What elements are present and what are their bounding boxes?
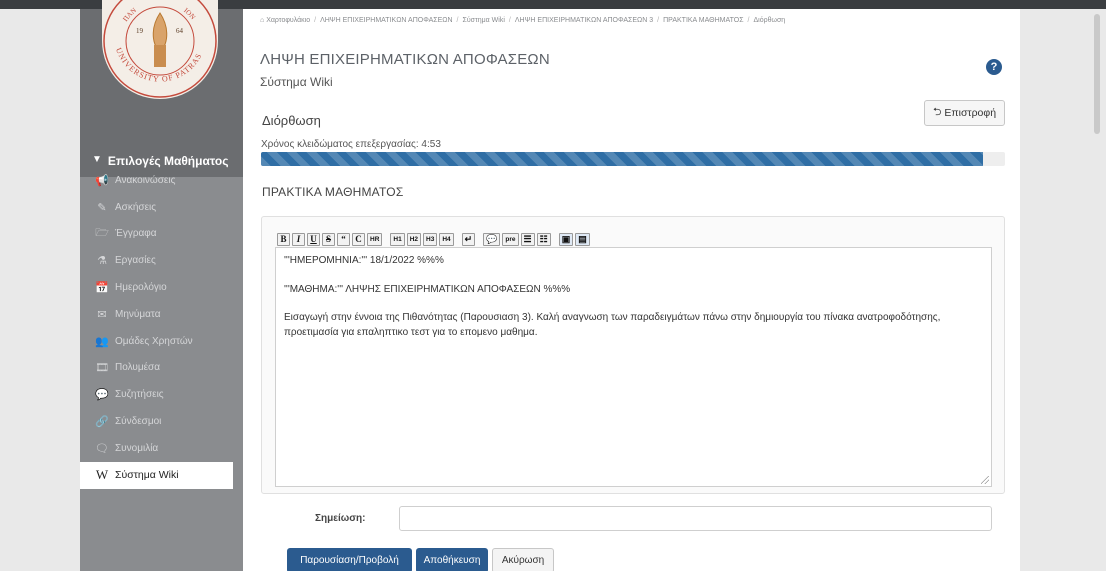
module-subtitle: Σύστημα Wiki — [260, 75, 333, 89]
image-button[interactable]: ▣ — [558, 233, 574, 246]
sidebar-item-label: Έγγραφα — [115, 228, 157, 240]
sidebar-item-label: Συνομιλία — [115, 442, 159, 454]
content-line-date: '''ΗΜΕΡΟΜΗΝΙΑ:''' 18/1/2022 %%% — [284, 255, 444, 266]
resize-handle[interactable] — [981, 476, 989, 484]
sidebar-item[interactable]: 📅 Ημερολόγιο — [80, 274, 243, 301]
sidebar-item-label: Σύστημα Wiki — [115, 469, 179, 482]
sidebar: 19 64 UNIVERSITY OF PATRAS ΠΑΝ ΙΟΝ ▼ Επι… — [80, 0, 243, 571]
breadcrumb-item[interactable]: ΠΡΑΚΤΙΚΑ ΜΑΘΗΜΑΤΟΣ — [663, 17, 743, 24]
users-icon: 👥 — [95, 335, 109, 348]
file-button[interactable]: ▤ — [575, 233, 590, 246]
numbered-list-button[interactable]: ☷ — [536, 233, 551, 246]
strike-button[interactable]: S — [322, 233, 335, 246]
sidebar-item-label: Εργασίες — [115, 255, 156, 267]
breadcrumb-item[interactable]: Χαρτοφυλάκιο — [266, 17, 310, 24]
content-line-body: Εισαγωγή στην έννοια της Πιθανότητας (Πα… — [284, 312, 941, 338]
chat-icon: 🗨 — [95, 442, 109, 455]
lock-progress-bar — [261, 152, 1005, 166]
sidebar-item[interactable]: W Σύστημα Wiki — [80, 461, 233, 489]
editor-panel: B I U S “C HR H1 H2 H3 H4 ↵ 💬 pre ☰ ☷ ▣ ▤ '''ΗΜΕΡΟΜΗΝΙΑ:… — [261, 216, 1005, 494]
comments-icon: 💬 — [95, 389, 109, 402]
breadcrumb-separator: / — [314, 17, 317, 24]
university-seal-logo: 19 64 UNIVERSITY OF PATRAS ΠΑΝ ΙΟΝ — [102, 0, 218, 99]
sidebar-item-label: Μηνύματα — [115, 308, 161, 320]
h3-button[interactable]: H3 — [423, 233, 438, 246]
film-icon: 🎞 — [95, 362, 109, 375]
flask-icon: ⚗ — [97, 255, 107, 268]
sidebar-item[interactable]: ⚗ Εργασίες — [80, 247, 243, 274]
back-button[interactable]: ⮌ Επιστροφή — [924, 100, 1005, 126]
sidebar-item[interactable]: 🗨 Συνομιλία — [80, 435, 243, 462]
course-menu: 📢 Ανακοινώσεις ✎ Ασκήσεις 🗁 Έγγραφα ⚗ Εργασίες 📅… — [80, 167, 243, 489]
folder-icon: 🗁 — [95, 227, 109, 240]
bullhorn-icon: 📢 — [95, 174, 109, 187]
breadcrumb-item[interactable]: ΛΗΨΗ ΕΠΙΧΕΙΡΗΜΑΤΙΚΩΝ ΑΠΟΦΑΣΕΩΝ 3 — [515, 17, 653, 24]
lock-timer-text: Χρόνος κλειδώματος επεξεργασίας: 4:53 — [261, 139, 441, 150]
link-icon: 🔗 — [95, 416, 109, 429]
wiki-content-textarea[interactable]: '''ΗΜΕΡΟΜΗΝΙΑ:''' 18/1/2022 %%% '''ΜΑΘΗΜ… — [275, 247, 992, 487]
note-label: Σημείωση: — [315, 513, 366, 524]
sidebar-item-label: Σύνδεσμοι — [115, 416, 162, 428]
note-input[interactable] — [399, 506, 992, 531]
sidebar-item-label: Ανακοινώσεις — [115, 174, 176, 186]
wikipedia-icon: W — [95, 467, 109, 483]
linebreak-button[interactable]: ↵ — [461, 233, 476, 246]
code-button[interactable]: C — [352, 233, 365, 246]
breadcrumb-item: Διόρθωση — [753, 17, 786, 24]
svg-text:64: 64 — [176, 27, 184, 35]
hr-button[interactable]: HR — [367, 233, 383, 246]
main-content: ⌂ Χαρτοφυλάκιο / ΛΗΨΗ ΕΠΙΧΕΙΡΗΜΑΤΙΚΩΝ ΑΠΟΦ… — [243, 9, 1020, 571]
envelope-icon: ✉ — [97, 308, 107, 321]
italic-button[interactable]: I — [292, 233, 305, 246]
page-heading: Διόρθωση — [262, 113, 321, 128]
wiki-page-title: ΠΡΑΚΤΙΚΑ ΜΑΘΗΜΑΤΟΣ — [262, 185, 404, 199]
h2-button[interactable]: H2 — [406, 233, 422, 246]
sidebar-item-label: Ασκήσεις — [115, 201, 157, 213]
sidebar-item-label: Πολυμέσα — [115, 362, 160, 374]
editor-toolbar: B I U S “C HR H1 H2 H3 H4 ↵ 💬 pre ☰ ☷ ▣ ▤ — [277, 233, 590, 246]
course-options-label: Επιλογές Μαθήματος — [107, 154, 229, 168]
sidebar-item-label: Συζητήσεις — [115, 389, 164, 401]
content-line-course: '''ΜΑΘΗΜΑ:''' ΛΗΨΗΣ ΕΠΙΧΕΙΡΗΜΑΤΙΚΩΝ ΑΠΟΦ… — [284, 283, 571, 295]
sidebar-item[interactable]: 🔗 Σύνδεσμοι — [80, 408, 243, 435]
breadcrumb-item[interactable]: ΛΗΨΗ ΕΠΙΧΕΙΡΗΜΑΤΙΚΩΝ ΑΠΟΦΑΣΕΩΝ — [320, 17, 452, 24]
present-button[interactable]: Παρουσίαση/Προβολή — [287, 548, 412, 571]
breadcrumb-item[interactable]: Σύστημα Wiki — [463, 17, 505, 24]
sidebar-item[interactable]: 👥 Ομάδες Χρηστών — [80, 328, 243, 355]
pencil-icon: ✎ — [97, 201, 107, 214]
sidebar-item[interactable]: ✎ Ασκήσεις — [80, 194, 243, 221]
svg-text:19: 19 — [136, 27, 144, 35]
h4-button[interactable]: H4 — [439, 233, 454, 246]
page-scrollbar[interactable] — [1094, 14, 1100, 134]
save-button[interactable]: Αποθήκευση — [416, 548, 488, 571]
course-title: ΛΗΨΗ ΕΠΙΧΕΙΡΗΜΑΤΙΚΩΝ ΑΠΟΦΑΣΕΩΝ — [260, 51, 550, 68]
help-icon[interactable]: ? — [986, 59, 1002, 75]
lock-progress-fill — [261, 152, 983, 166]
breadcrumb-separator: / — [657, 17, 660, 24]
sidebar-item[interactable]: 🗁 Έγγραφα — [80, 221, 243, 248]
breadcrumb: ⌂ Χαρτοφυλάκιο / ΛΗΨΗ ΕΠΙΧΕΙΡΗΜΑΤΙΚΩΝ ΑΠΟΦ… — [260, 17, 785, 24]
breadcrumb-separator: / — [456, 17, 459, 24]
sidebar-item[interactable]: 💬 Συζητήσεις — [80, 381, 243, 408]
sidebar-item[interactable]: ✉ Μηνύματα — [80, 301, 243, 328]
sidebar-item-label: Ομάδες Χρηστών — [115, 335, 193, 347]
comment-button[interactable]: 💬 — [483, 233, 501, 246]
reply-arrow-icon: ⮌ — [932, 106, 942, 118]
breadcrumb-separator: / — [747, 17, 750, 24]
quote-button[interactable]: “ — [337, 233, 350, 246]
sidebar-item-label: Ημερολόγιο — [115, 282, 167, 294]
logo-area: 19 64 UNIVERSITY OF PATRAS ΠΑΝ ΙΟΝ — [80, 0, 243, 144]
underline-button[interactable]: U — [307, 233, 320, 246]
chevron-down-icon: ▼ — [92, 154, 102, 165]
sidebar-item[interactable]: 🎞 Πολυμέσα — [80, 355, 243, 382]
breadcrumb-separator: / — [508, 17, 511, 24]
cancel-button[interactable]: Ακύρωση — [492, 548, 554, 571]
back-button-label: Επιστροφή — [944, 107, 997, 119]
pre-button[interactable]: pre — [502, 233, 519, 246]
h1-button[interactable]: H1 — [390, 233, 405, 246]
bullet-list-button[interactable]: ☰ — [520, 233, 535, 246]
calendar-icon: 📅 — [95, 282, 109, 295]
sidebar-item[interactable]: 📢 Ανακοινώσεις — [80, 167, 243, 194]
bold-button[interactable]: B — [277, 233, 290, 246]
